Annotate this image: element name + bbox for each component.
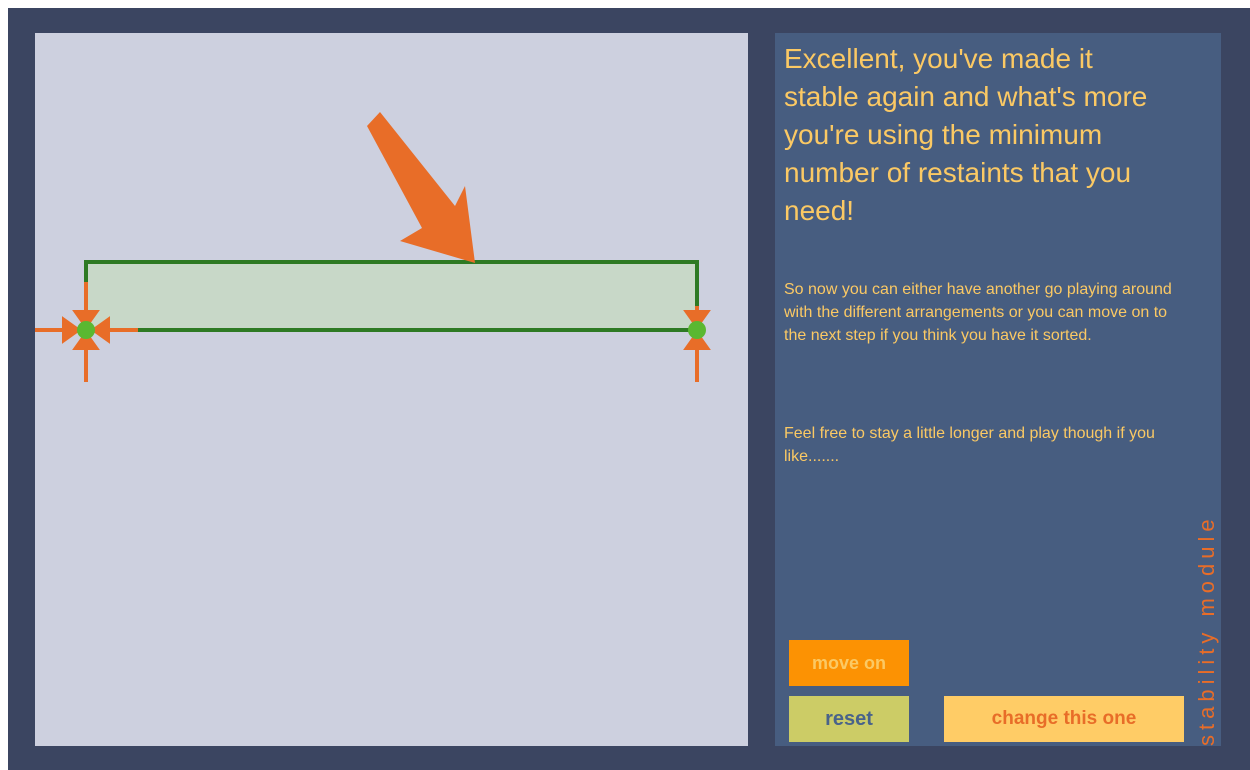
simulation-canvas[interactable] (35, 33, 748, 746)
feedback-paragraph: So now you can either have another go pl… (784, 281, 1172, 344)
load-arrow-icon[interactable] (367, 112, 475, 263)
structure-diagram (35, 112, 711, 382)
module-title: stability module (1194, 514, 1219, 746)
move-on-button[interactable]: move on (789, 640, 909, 686)
change-this-one-button[interactable]: change this one (944, 696, 1184, 742)
feedback-paragraph: Feel free to stay a little longer and pl… (784, 425, 1155, 465)
restraint-arrow-icon[interactable] (35, 316, 82, 344)
restraint-arrow-icon[interactable] (683, 330, 711, 382)
support-node-icon[interactable] (688, 321, 706, 339)
feedback-headline: Excellent, you've made it stable again a… (784, 43, 1148, 226)
beam[interactable] (84, 260, 699, 332)
support-node-icon[interactable] (77, 321, 95, 339)
restraint-arrow-icon[interactable] (72, 330, 100, 382)
reset-button[interactable]: reset (789, 696, 909, 742)
